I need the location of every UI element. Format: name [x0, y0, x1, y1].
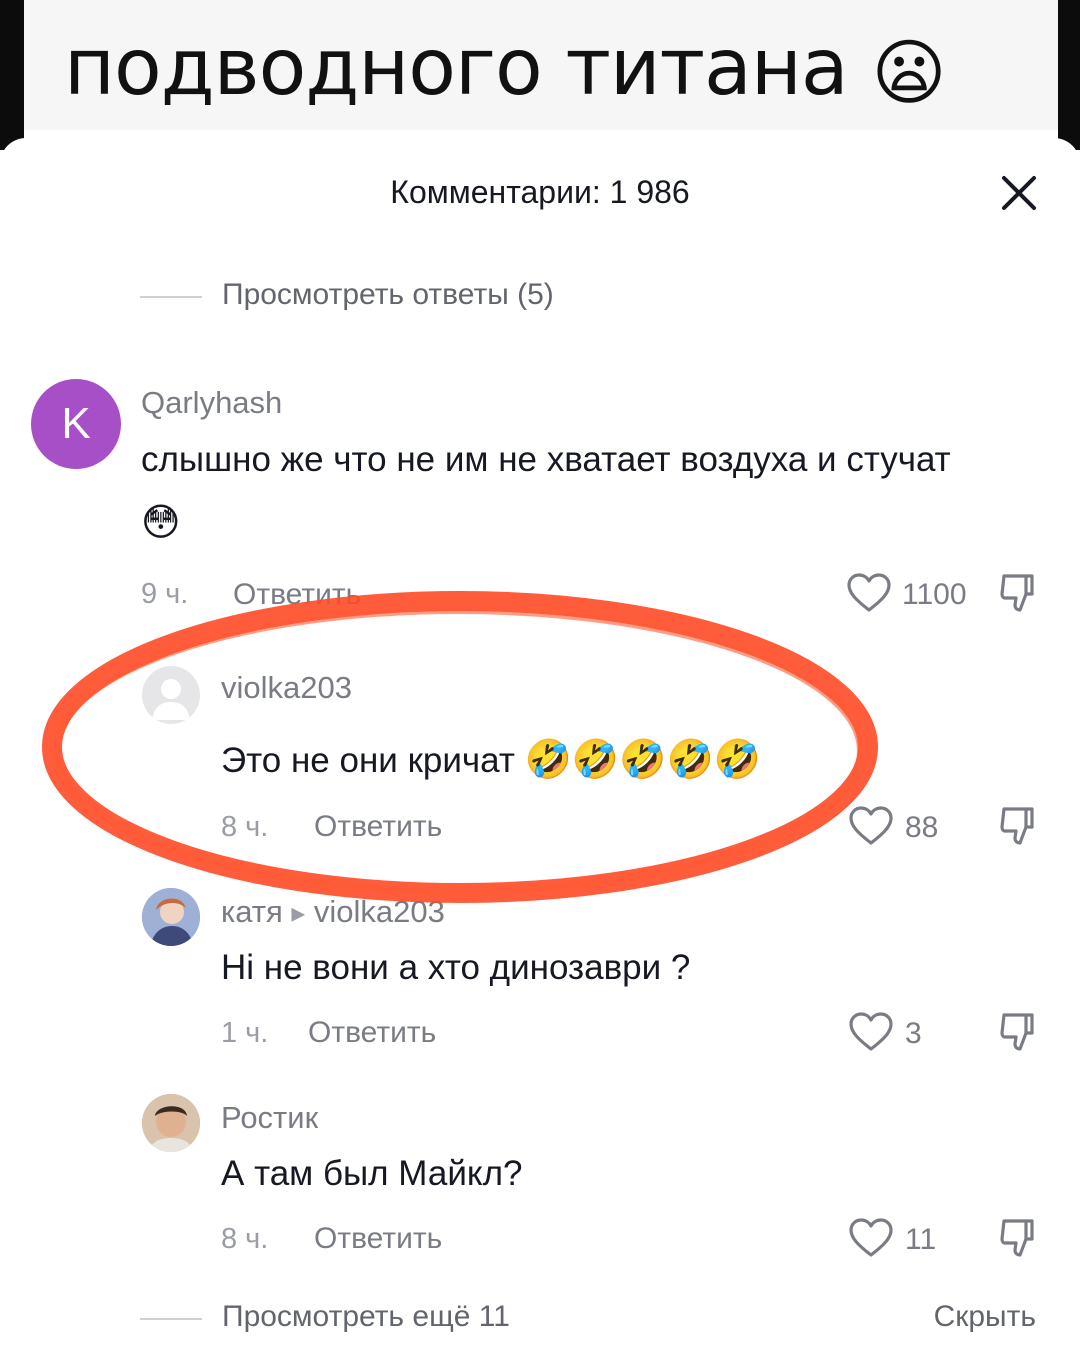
reply-button[interactable]: Ответить: [314, 1222, 442, 1256]
comment-username[interactable]: Qarlyhash: [141, 385, 282, 421]
like-count: 88: [905, 811, 939, 844]
reply-button[interactable]: Ответить: [308, 1016, 436, 1050]
reply-button[interactable]: Ответить: [233, 578, 361, 612]
video-background: подводного титана 😦: [0, 0, 1080, 160]
dislike-icon[interactable]: [998, 805, 1042, 849]
video-caption-text: подводного титана: [64, 23, 849, 113]
heart-icon[interactable]: [848, 805, 894, 847]
divider-line: [140, 296, 202, 298]
video-caption-box: подводного титана 😦: [24, 0, 1058, 130]
view-more-button[interactable]: Просмотреть ещё 11: [222, 1300, 510, 1334]
comment-username[interactable]: катя: [221, 894, 283, 929]
avatar[interactable]: [142, 1094, 200, 1152]
comment-text: А там был Майкл?: [221, 1154, 523, 1193]
comment-text: Ні не вони а хто динозаври ?: [221, 948, 691, 987]
comments-title: Комментарии: 1 986: [390, 174, 690, 210]
video-frame-left: [0, 0, 24, 150]
reply-arrow-icon: ▶: [291, 903, 306, 924]
default-avatar-icon: [152, 679, 190, 720]
comment-text: слышно же что не им не хватает воздуха и…: [141, 440, 951, 479]
divider-line: [140, 1318, 202, 1320]
dislike-icon[interactable]: [998, 572, 1042, 616]
reply-button[interactable]: Ответить: [314, 810, 442, 844]
comment-time: 8 ч.: [221, 811, 269, 843]
comments-sheet: Комментарии: 1 986 Просмотреть ответы (5…: [0, 138, 1080, 1350]
view-replies-button[interactable]: Просмотреть ответы (5): [222, 278, 554, 312]
flushed-face-emoji: 😳: [141, 502, 181, 544]
video-caption: подводного титана 😦: [64, 18, 947, 123]
dislike-icon[interactable]: [998, 1011, 1042, 1055]
reply-header: катя ▶ violka203: [221, 894, 445, 930]
avatar-letter: K: [61, 399, 91, 448]
avatar[interactable]: [142, 888, 200, 946]
comment-text-body: Это не они кричат: [221, 741, 515, 780]
comment-time: 9 ч.: [141, 578, 189, 610]
dislike-icon[interactable]: [998, 1217, 1042, 1261]
comment-username[interactable]: violka203: [221, 670, 352, 706]
like-count: 3: [905, 1017, 922, 1050]
video-frame-right: [1058, 0, 1080, 150]
rolling-laughing-emoji: 🤣🤣🤣🤣🤣: [524, 739, 762, 781]
heart-icon[interactable]: [848, 1011, 894, 1053]
avatar-image: [142, 1094, 200, 1152]
comment-time: 8 ч.: [221, 1223, 269, 1255]
comment-text: Это не они кричат 🤣🤣🤣🤣🤣: [221, 738, 761, 782]
like-count: 1100: [902, 578, 967, 611]
comment-username[interactable]: Ростик: [221, 1100, 318, 1136]
close-icon[interactable]: [1000, 174, 1038, 212]
hide-replies-button[interactable]: Скрыть: [934, 1300, 1036, 1334]
heart-icon[interactable]: [846, 572, 892, 614]
comment-time: 1 ч.: [221, 1017, 269, 1049]
reply-to-username[interactable]: violka203: [314, 894, 445, 929]
like-count: 11: [905, 1223, 937, 1256]
avatar[interactable]: K: [31, 379, 121, 469]
avatar[interactable]: [142, 666, 200, 724]
heart-icon[interactable]: [848, 1217, 894, 1259]
worried-face-emoji: 😦: [871, 30, 946, 115]
avatar-image: [142, 888, 200, 946]
